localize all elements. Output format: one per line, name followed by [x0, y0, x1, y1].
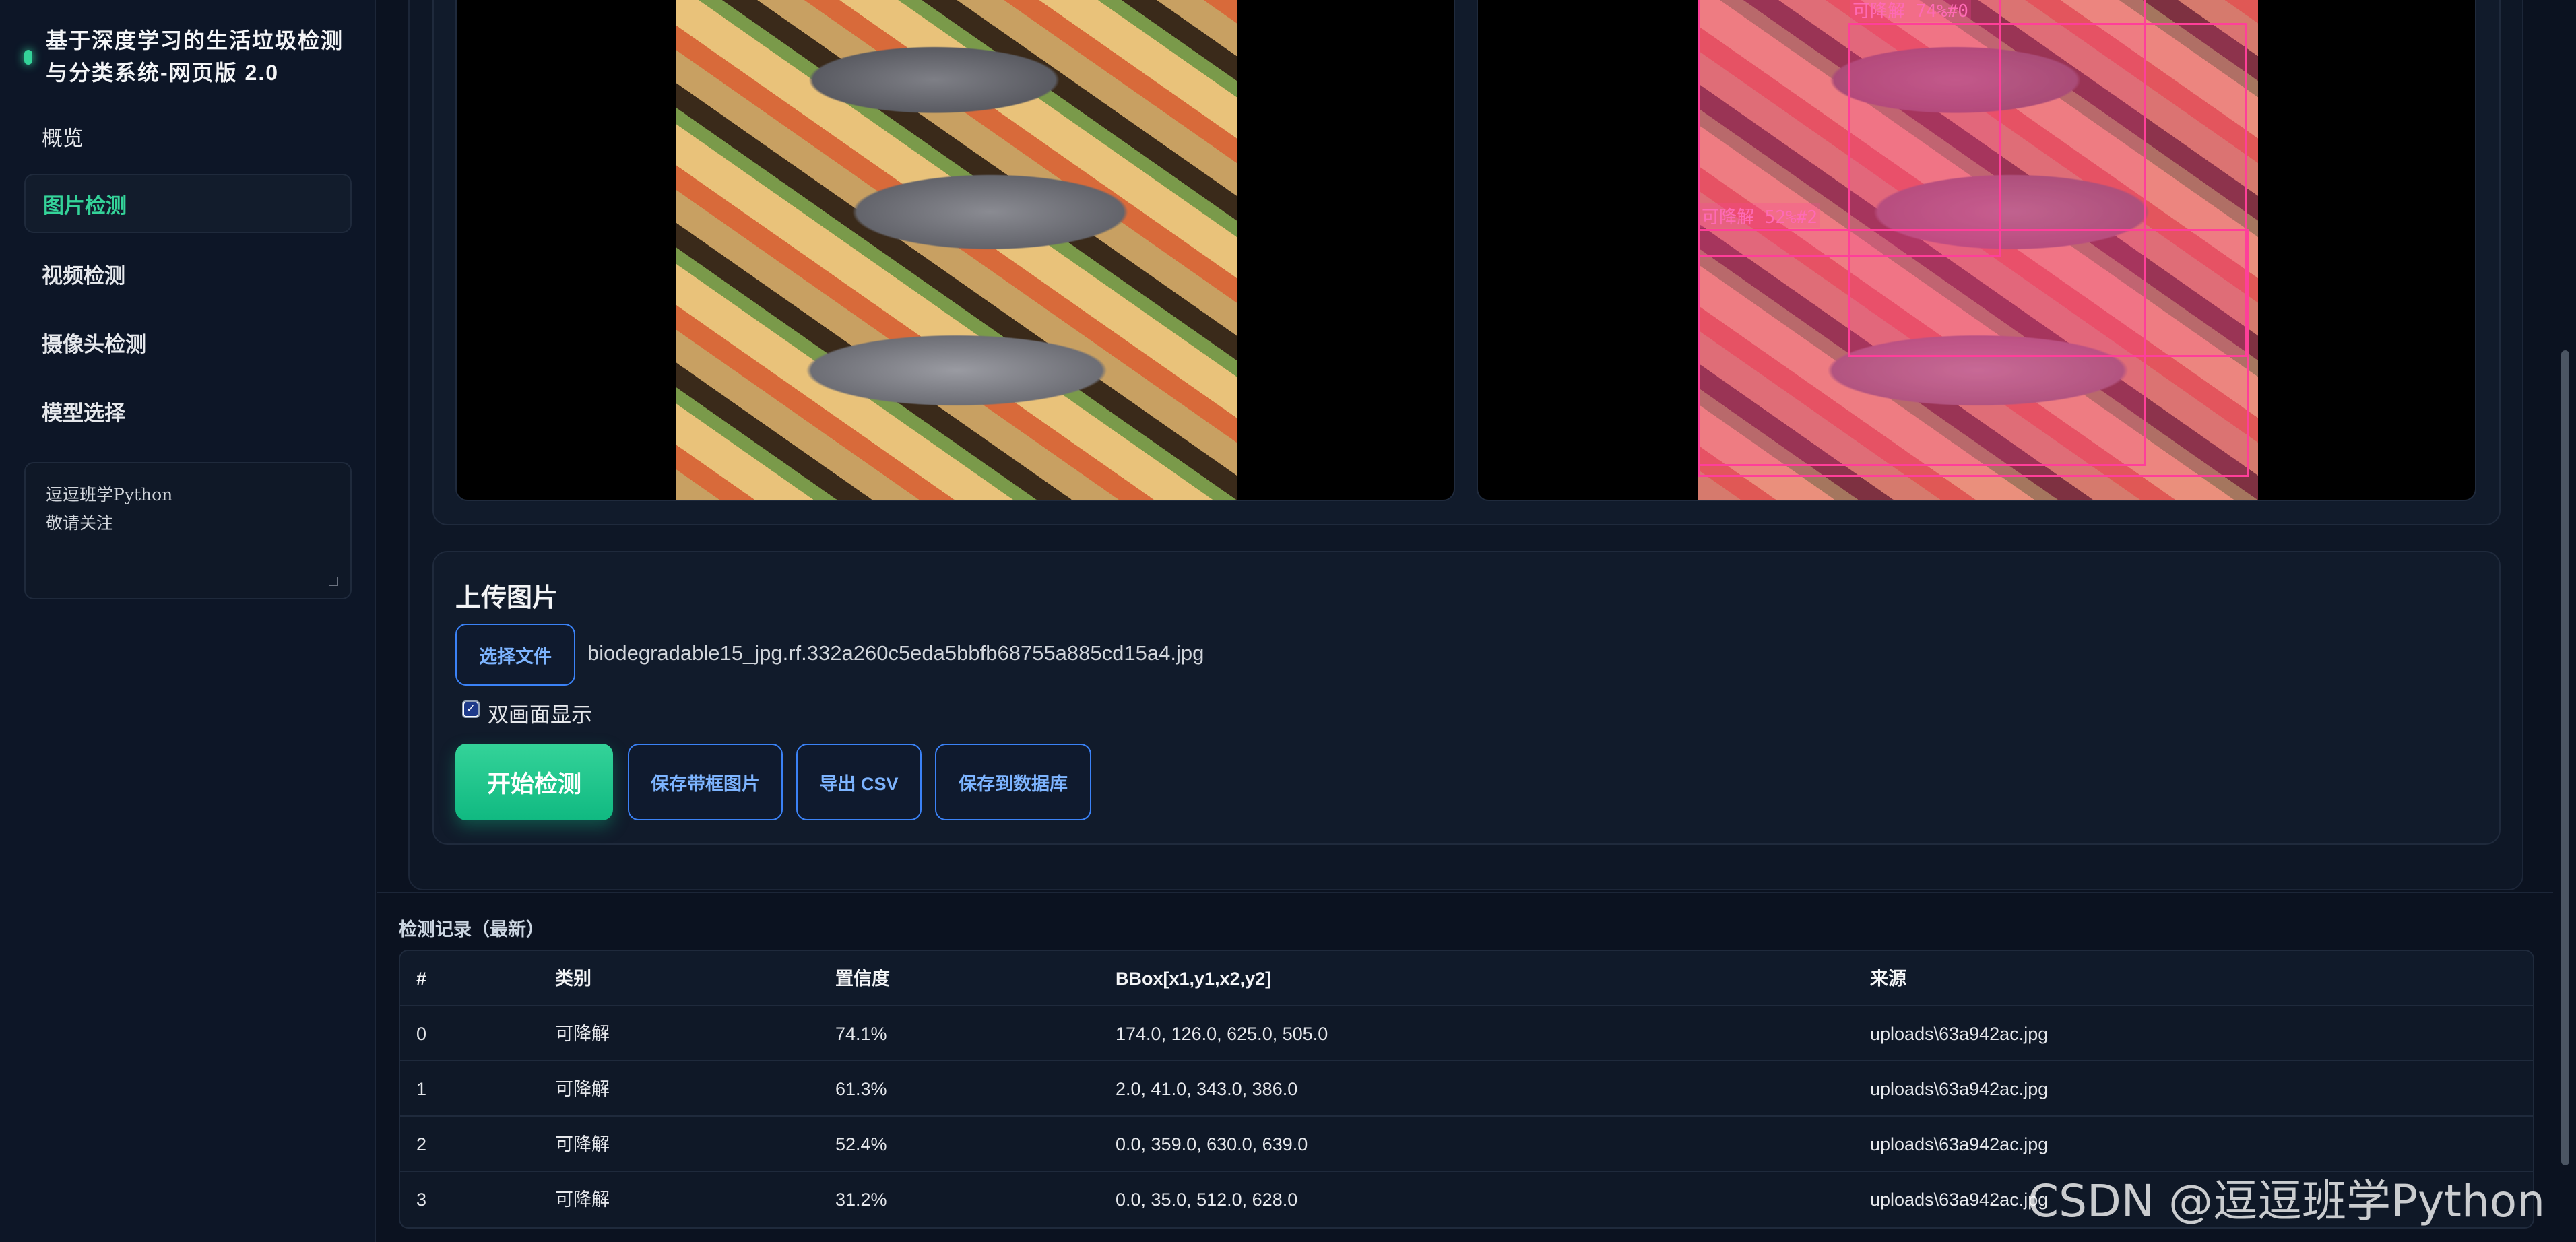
- table-row[interactable]: 1 可降解 61.3% 2.0, 41.0, 343.0, 386.0 uplo…: [400, 1061, 2533, 1117]
- check-icon: ✓: [464, 702, 478, 716]
- table-row[interactable]: 2 可降解 52.4% 0.0, 359.0, 630.0, 639.0 upl…: [400, 1117, 2533, 1172]
- resize-grip-icon[interactable]: [329, 577, 338, 586]
- dual-view-checkbox[interactable]: ✓: [462, 700, 480, 718]
- scrollbar-thumb[interactable]: [2561, 350, 2569, 1165]
- brand: 基于深度学习的生活垃圾检测与分类系统-网页版 2.0: [24, 24, 348, 89]
- page-scrollbar[interactable]: [2554, 0, 2576, 1242]
- table-cell: uploads\63a942ac.jpg: [1870, 1189, 2049, 1210]
- sidebar: 基于深度学习的生活垃圾检测与分类系统-网页版 2.0 概览 图片检测 视频检测 …: [0, 0, 376, 1242]
- table-cell: 3: [416, 1189, 427, 1210]
- table-cell: uploads\63a942ac.jpg: [1870, 1079, 2049, 1099]
- selected-file-name: biodegradable15_jpg.rf.332a260c5eda5bbfb…: [587, 641, 1204, 665]
- export-csv-button[interactable]: 导出 CSV: [796, 744, 922, 820]
- table-cell: 0.0, 35.0, 512.0, 628.0: [1116, 1189, 1298, 1210]
- table-header-cell: 来源: [1870, 969, 1906, 989]
- table-cell: 1: [416, 1079, 427, 1099]
- table-cell: 可降解: [555, 1024, 610, 1044]
- sidebar-item-overview[interactable]: 概览: [24, 106, 352, 166]
- start-detection-button[interactable]: 开始检测: [455, 744, 613, 820]
- save-to-database-button[interactable]: 保存到数据库: [935, 744, 1091, 820]
- table-cell: 2: [416, 1134, 427, 1154]
- sidebar-item-label: 摄像头检测: [42, 332, 146, 356]
- table-header-cell: 置信度: [835, 969, 890, 989]
- sidebar-item-label: 视频检测: [42, 263, 125, 288]
- table-header-cell: BBox[x1,y1,x2,y2]: [1116, 969, 1272, 989]
- sidebar-item-label: 模型选择: [42, 401, 125, 425]
- records-title: 检测记录（最新）: [399, 919, 544, 940]
- table-cell: 0.0, 359.0, 630.0, 639.0: [1116, 1134, 1308, 1154]
- table-cell: 可降解: [555, 1189, 610, 1210]
- main-content: 可降解 74%#0 可降解 52%#2 上传图片 选择文件 biodegrada…: [377, 0, 2553, 1242]
- sidebar-item-label: 图片检测: [43, 193, 127, 218]
- table-cell: 可降解: [555, 1134, 610, 1154]
- sidebar-item-model-select[interactable]: 模型选择: [24, 381, 352, 440]
- table-cell: uploads\63a942ac.jpg: [1870, 1024, 2049, 1044]
- section-divider: [377, 892, 2553, 893]
- table-header-cell: 类别: [555, 969, 591, 989]
- app-title: 基于深度学习的生活垃圾检测与分类系统-网页版 2.0: [46, 28, 344, 85]
- detection-box-label: 可降解 52%#2: [1699, 203, 1820, 228]
- sidebar-item-image-detection[interactable]: 图片检测: [24, 174, 352, 233]
- result-image-view: 可降解 74%#0 可降解 52%#2: [1477, 0, 2476, 501]
- table-cell: 174.0, 126.0, 625.0, 505.0: [1116, 1024, 1328, 1044]
- table-header-row: # 类别 置信度 BBox[x1,y1,x2,y2] 来源: [400, 951, 2533, 1006]
- app-window: 基于深度学习的生活垃圾检测与分类系统-网页版 2.0 概览 图片检测 视频检测 …: [0, 0, 2576, 1242]
- table-cell: 可降解: [555, 1079, 610, 1099]
- table-header-cell: #: [416, 969, 427, 989]
- sidebar-item-video-detection[interactable]: 视频检测: [24, 244, 352, 303]
- status-dot-icon: [24, 50, 32, 65]
- original-image: [676, 0, 1237, 500]
- table-cell: 2.0, 41.0, 343.0, 386.0: [1116, 1079, 1298, 1099]
- table-cell: uploads\63a942ac.jpg: [1870, 1134, 2049, 1154]
- choose-file-button[interactable]: 选择文件: [455, 624, 575, 686]
- detection-box-label: 可降解 74%#0: [1850, 0, 1971, 22]
- table-cell: 0: [416, 1024, 427, 1044]
- dual-view-label[interactable]: 双画面显示: [488, 698, 592, 728]
- table-cell: 31.2%: [835, 1189, 887, 1210]
- table-cell: 74.1%: [835, 1024, 887, 1044]
- table-cell: 52.4%: [835, 1134, 887, 1154]
- original-image-view: [455, 0, 1455, 501]
- watermark: CSDN @逗逗班学Python: [2028, 1175, 2545, 1227]
- save-boxed-image-button[interactable]: 保存带框图片: [628, 744, 783, 820]
- note-textarea[interactable]: 逗逗班学Python 敬请关注: [24, 462, 352, 599]
- table-row[interactable]: 0 可降解 74.1% 174.0, 126.0, 625.0, 505.0 u…: [400, 1006, 2533, 1061]
- upload-title: 上传图片: [455, 584, 558, 612]
- sidebar-item-camera-detection[interactable]: 摄像头检测: [24, 313, 352, 372]
- sidebar-item-label: 概览: [42, 126, 84, 150]
- table-cell: 61.3%: [835, 1079, 887, 1099]
- detection-box: [1698, 229, 2249, 477]
